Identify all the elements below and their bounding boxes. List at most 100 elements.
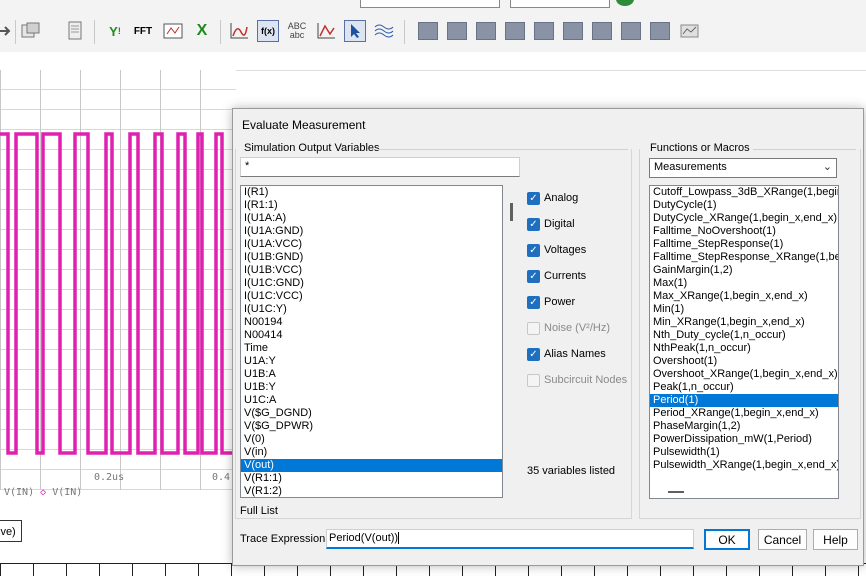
- unchecked-box-icon[interactable]: [527, 373, 540, 387]
- function-list-item[interactable]: Max_XRange(1,begin_x,end_x): [650, 290, 838, 303]
- variable-list-item[interactable]: Time: [241, 342, 502, 355]
- y-axis-icon[interactable]: Y!: [104, 20, 126, 42]
- variable-list-item[interactable]: V(in): [241, 446, 502, 459]
- excel-export-icon[interactable]: X: [191, 20, 213, 42]
- variable-list-item[interactable]: U1B:A: [241, 368, 502, 381]
- variable-list-item[interactable]: I(U1C:Y): [241, 303, 502, 316]
- function-list-item[interactable]: Overshoot(1): [650, 355, 838, 368]
- checkmark-icon[interactable]: ✓: [527, 243, 540, 257]
- variables-scrollbar[interactable]: [510, 203, 513, 221]
- function-list-item[interactable]: Min(1): [650, 303, 838, 316]
- variable-list-item[interactable]: V($G_DPWR): [241, 420, 502, 433]
- variable-list-item[interactable]: I(U1A:GND): [241, 225, 502, 238]
- function-list-item[interactable]: Nth_Duty_cycle(1,n_occur): [650, 329, 838, 342]
- variable-list-item[interactable]: U1C:A: [241, 394, 502, 407]
- variable-list-item[interactable]: I(U1A:A): [241, 212, 502, 225]
- function-list-item[interactable]: NthPeak(1,n_occur): [650, 342, 838, 355]
- cursor-prev-transition-icon[interactable]: [650, 22, 670, 40]
- variable-list-item[interactable]: I(U1B:GND): [241, 251, 502, 264]
- trace-expression-input[interactable]: Period(V(out)): [326, 529, 694, 549]
- plot-marker-icon[interactable]: [315, 20, 337, 42]
- function-list-item[interactable]: GainMargin(1,2): [650, 264, 838, 277]
- function-list-item[interactable]: Min_XRange(1,begin_x,end_x): [650, 316, 838, 329]
- filter-checkbox[interactable]: ✓ Alias Names: [527, 346, 606, 362]
- cursor-next-transition-icon[interactable]: [621, 22, 641, 40]
- variable-filter-input[interactable]: *: [240, 157, 520, 177]
- variables-listbox[interactable]: I(R1) I(R1:1) I(U1A:A) I(U1A:GND) I(U1A:VCC)…: [240, 185, 503, 498]
- cursor-max-icon[interactable]: [534, 22, 554, 40]
- filter-checkbox[interactable]: ✓ Power: [527, 294, 575, 310]
- add-trace-icon[interactable]: [228, 20, 250, 42]
- filter-checkbox[interactable]: ✓ Analog: [527, 190, 578, 206]
- function-list-item[interactable]: Falltime_StepResponse_XRange(1,begin: [650, 251, 838, 264]
- function-list-item[interactable]: Overshoot_XRange(1,begin_x,end_x): [650, 368, 838, 381]
- cursor-trough-icon[interactable]: [447, 22, 467, 40]
- unchecked-box-icon[interactable]: [527, 321, 540, 335]
- performance-analysis-icon[interactable]: [162, 20, 184, 42]
- function-list-item[interactable]: PowerDissipation_mW(1,Period): [650, 433, 838, 446]
- checkmark-icon[interactable]: ✓: [527, 269, 540, 283]
- arrow-tool-icon[interactable]: [0, 20, 14, 42]
- filter-checkbox[interactable]: ✓ Currents: [527, 268, 586, 284]
- variable-list-item[interactable]: V(out): [241, 459, 502, 472]
- probe-plot[interactable]: [0, 70, 236, 490]
- filter-checkbox[interactable]: ✓ Digital: [527, 216, 575, 232]
- cursor-slope-icon[interactable]: [476, 22, 496, 40]
- checkmark-icon[interactable]: ✓: [527, 347, 540, 361]
- help-button[interactable]: Help: [813, 529, 858, 550]
- function-list-item[interactable]: Peak(1,n_occur): [650, 381, 838, 394]
- function-list-item[interactable]: Falltime_StepResponse(1): [650, 238, 838, 251]
- cursor-peak-icon[interactable]: [418, 22, 438, 40]
- variable-list-item[interactable]: I(R1:1): [241, 199, 502, 212]
- function-list-item[interactable]: Cutoff_Lowpass_3dB_XRange(1,begin_x: [650, 186, 838, 199]
- cursor-min-icon[interactable]: [505, 22, 525, 40]
- function-list-item[interactable]: Falltime_NoOvershoot(1): [650, 225, 838, 238]
- filter-checkbox[interactable]: Subcircuit Nodes: [527, 372, 627, 388]
- variable-list-item[interactable]: N00194: [241, 316, 502, 329]
- function-list-item[interactable]: Pulsewidth_XRange(1,begin_x,end_x): [650, 459, 838, 472]
- variable-list-item[interactable]: N00414: [241, 329, 502, 342]
- function-list-item[interactable]: PhaseMargin(1,2): [650, 420, 838, 433]
- function-list-item[interactable]: Pulsewidth(1): [650, 446, 838, 459]
- variable-list-item[interactable]: V($G_DGND): [241, 407, 502, 420]
- variable-list-item[interactable]: V(R1:1): [241, 472, 502, 485]
- legend-entry[interactable]: V(IN): [52, 487, 82, 498]
- variable-list-item[interactable]: I(U1B:VCC): [241, 264, 502, 277]
- filter-checkbox[interactable]: ✓ Voltages: [527, 242, 586, 258]
- text-label-icon[interactable]: ABC abc: [286, 20, 308, 42]
- window-layout-icon[interactable]: [20, 20, 42, 42]
- plot-tab[interactable]: ive): [0, 520, 22, 542]
- function-list-item[interactable]: Period(1): [650, 394, 838, 407]
- ok-button[interactable]: OK: [704, 529, 750, 550]
- function-list-item[interactable]: Max(1): [650, 277, 838, 290]
- variable-list-item[interactable]: I(U1C:GND): [241, 277, 502, 290]
- function-list-item[interactable]: DutyCycle(1): [650, 199, 838, 212]
- cancel-button[interactable]: Cancel: [758, 529, 807, 550]
- function-list-item[interactable]: DutyCycle_XRange(1,begin_x,end_x): [650, 212, 838, 225]
- legend-entry[interactable]: V(IN): [4, 487, 34, 498]
- toggle-cursor-icon[interactable]: [373, 20, 395, 42]
- select-pointer-icon[interactable]: [344, 20, 366, 42]
- variable-list-item[interactable]: I(U1C:VCC): [241, 290, 502, 303]
- variable-list-item[interactable]: I(R1): [241, 186, 502, 199]
- mark-label-icon[interactable]: [679, 20, 701, 42]
- fft-button[interactable]: FFT: [130, 20, 156, 42]
- functions-category-select[interactable]: Measurements ⌄: [649, 158, 837, 178]
- run-simulation-icon[interactable]: [616, 0, 634, 6]
- cursor-point-icon[interactable]: [563, 22, 583, 40]
- checkmark-icon[interactable]: ✓: [527, 217, 540, 231]
- simulation-dropdown[interactable]: [510, 0, 610, 8]
- variable-list-item[interactable]: U1A:Y: [241, 355, 502, 368]
- checkmark-icon[interactable]: ✓: [527, 191, 540, 205]
- variable-list-item[interactable]: V(0): [241, 433, 502, 446]
- cursor-search-icon[interactable]: [592, 22, 612, 40]
- document-icon[interactable]: [64, 20, 86, 42]
- filter-checkbox[interactable]: Noise (V²/Hz): [527, 320, 610, 336]
- variable-list-item[interactable]: I(U1A:VCC): [241, 238, 502, 251]
- functions-scrollbar[interactable]: [668, 491, 684, 493]
- variable-list-item[interactable]: U1B:Y: [241, 381, 502, 394]
- functions-listbox[interactable]: Cutoff_Lowpass_3dB_XRange(1,begin_x DutyC…: [649, 185, 839, 499]
- function-list-item[interactable]: Period_XRange(1,begin_x,end_x): [650, 407, 838, 420]
- variable-list-item[interactable]: V(R1:2): [241, 485, 502, 497]
- evaluate-measurement-icon[interactable]: f(x): [257, 20, 279, 42]
